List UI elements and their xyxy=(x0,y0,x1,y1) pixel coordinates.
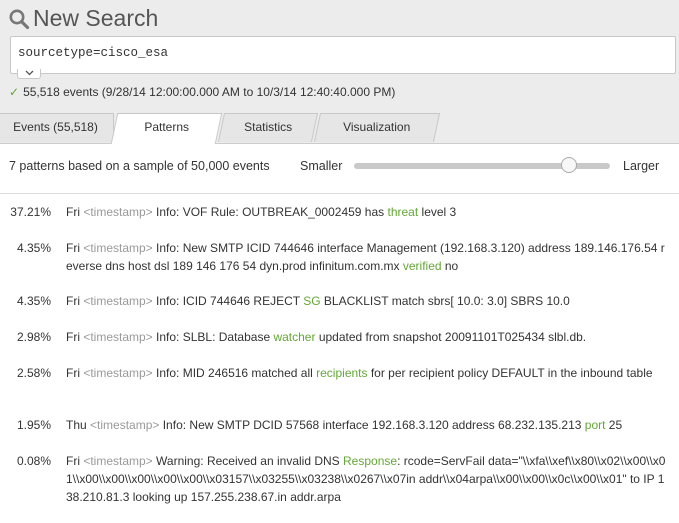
pattern-text-segment: Info: MID 246516 matched all xyxy=(152,366,317,380)
tab-statistics[interactable]: Statistics xyxy=(217,113,319,142)
pattern-text-segment: Info: SLBL: Database xyxy=(152,330,274,344)
checkmark-icon: ✓ xyxy=(9,85,20,99)
chevron-down-icon xyxy=(25,70,34,76)
pattern-text-segment: updated from snapshot 20091101T025434 sl… xyxy=(315,330,587,344)
pattern-text-segment: Fri xyxy=(66,366,84,380)
pattern-text-segment: no xyxy=(441,259,459,273)
pattern-summary: 7 patterns based on a sample of 50,000 e… xyxy=(9,159,270,173)
pattern-text: Fri <timestamp> Info: New SMTP ICID 7446… xyxy=(66,239,666,275)
pattern-text-segment: Fri xyxy=(66,454,84,468)
slider-smaller-label: Smaller xyxy=(300,159,343,173)
tab-events-label: Events (55,518) xyxy=(13,120,98,134)
timestamp-token: <timestamp> xyxy=(83,366,153,380)
search-icon xyxy=(9,9,30,29)
timestamp-token: <timestamp> xyxy=(83,330,153,344)
timestamp-token: <timestamp> xyxy=(90,418,160,432)
pattern-text: Fri <timestamp> Info: MID 246516 matched… xyxy=(66,364,666,382)
tab-events[interactable]: Events (55,518) xyxy=(0,113,114,142)
pattern-text-segment: Fri xyxy=(66,241,84,255)
keyword-token[interactable]: watcher xyxy=(273,330,315,344)
tab-visualization[interactable]: Visualization xyxy=(313,113,441,142)
pattern-text-segment: Warning: Received an invalid DNS xyxy=(152,454,344,468)
pattern-text-segment: Info: New SMTP ICID 744646 interface Man… xyxy=(66,241,665,273)
keyword-token[interactable]: Response xyxy=(343,454,397,468)
pattern-text: Thu <timestamp> Info: New SMTP DCID 5756… xyxy=(66,416,666,434)
pattern-text-segment: level 3 xyxy=(418,205,457,219)
pattern-percent: 2.98% xyxy=(16,330,51,344)
slider-larger-label: Larger xyxy=(623,159,660,173)
pattern-text-segment: Thu xyxy=(66,418,91,432)
keyword-token[interactable]: port xyxy=(585,418,606,432)
pattern-text-segment: Fri xyxy=(66,330,84,344)
tab-visualization-label: Visualization xyxy=(343,120,411,134)
timestamp-token: <timestamp> xyxy=(83,205,153,219)
keyword-token[interactable]: verified xyxy=(403,259,442,273)
pattern-text-segment: Info: New SMTP DCID 57568 interface 192.… xyxy=(159,418,585,432)
pattern-percent: 0.08% xyxy=(16,454,51,468)
pattern-text: Fri <timestamp> Info: VOF Rule: OUTBREAK… xyxy=(66,203,666,221)
pattern-percent: 2.58% xyxy=(16,366,51,380)
pattern-percent: 1.95% xyxy=(16,418,51,432)
pattern-percent: 4.35% xyxy=(16,241,51,255)
pattern-percent: 37.21% xyxy=(10,205,51,219)
pattern-controls: 7 patterns based on a sample of 50,000 e… xyxy=(0,144,679,194)
keyword-token[interactable]: threat xyxy=(388,205,419,219)
timestamp-token: <timestamp> xyxy=(83,454,153,468)
tab-statistics-label: Statistics xyxy=(244,120,293,134)
pattern-percent: 4.35% xyxy=(16,294,51,308)
pattern-text-segment: Info: ICID 744646 REJECT xyxy=(152,294,304,308)
search-query-box[interactable] xyxy=(10,36,676,79)
pattern-size-slider[interactable] xyxy=(354,157,610,173)
search-query-input[interactable] xyxy=(18,46,658,60)
pattern-text-segment: for per recipient policy DEFAULT in the … xyxy=(367,366,653,380)
slider-thumb[interactable] xyxy=(561,157,578,173)
pattern-text-segment: Info: VOF Rule: OUTBREAK_0002459 has xyxy=(152,205,388,219)
pattern-text: Fri <timestamp> Warning: Received an inv… xyxy=(66,452,666,506)
expand-search-toggle[interactable] xyxy=(17,69,41,79)
page-title-row: New Search xyxy=(8,5,158,32)
pattern-text-segment: BLACKLIST match sbrs[ 10.0: 3.0] SBRS 10… xyxy=(320,294,570,308)
pattern-text: Fri <timestamp> Info: ICID 744646 REJECT… xyxy=(66,292,666,310)
tab-patterns[interactable]: Patterns xyxy=(110,113,223,144)
pattern-text-segment: 25 xyxy=(605,418,623,432)
page-title: New Search xyxy=(33,5,159,31)
search-header: New Search ✓ 55,518 events (9/28/14 12:0… xyxy=(0,0,679,144)
results-tabs: Events (55,518) Patterns Statistics Visu… xyxy=(0,113,679,144)
event-count-status: 55,518 events (9/28/14 12:00:00.000 AM t… xyxy=(23,85,396,99)
timestamp-token: <timestamp> xyxy=(83,294,153,308)
pattern-text-segment: Fri xyxy=(66,294,84,308)
search-status: ✓ 55,518 events (9/28/14 12:00:00.000 AM… xyxy=(9,85,395,99)
timestamp-token: <timestamp> xyxy=(83,241,153,255)
keyword-token[interactable]: SG xyxy=(303,294,320,308)
tab-patterns-label: Patterns xyxy=(144,120,190,134)
keyword-token[interactable]: recipients xyxy=(316,366,367,380)
pattern-text-segment: Fri xyxy=(66,205,84,219)
pattern-text: Fri <timestamp> Info: SLBL: Database wat… xyxy=(66,328,666,346)
